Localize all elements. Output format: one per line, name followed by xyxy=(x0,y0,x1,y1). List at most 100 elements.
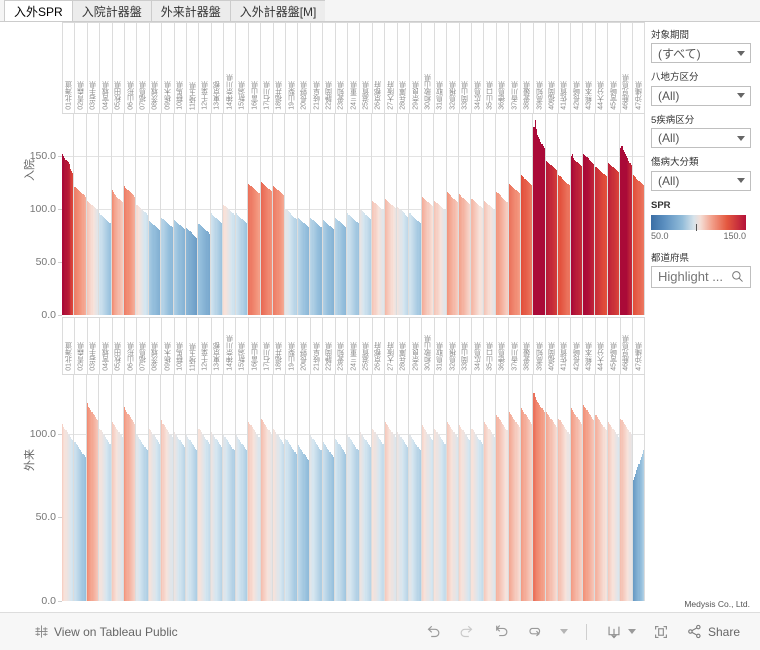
bar-group[interactable] xyxy=(372,375,385,601)
column-header-cell[interactable]: 31鳥取県 xyxy=(435,318,448,374)
column-header-cell[interactable]: 11埼玉県 xyxy=(187,23,200,113)
bar[interactable] xyxy=(134,196,136,315)
bar-group[interactable] xyxy=(322,375,335,601)
bar[interactable] xyxy=(556,170,558,315)
column-header-cell[interactable]: 26京都府 xyxy=(373,23,386,113)
column-header-cell[interactable]: 09栃木県 xyxy=(162,318,175,374)
column-header-cell[interactable]: 28兵庫県 xyxy=(398,318,410,374)
column-header-cell[interactable]: 03岩手県 xyxy=(88,23,101,113)
column-header-cell[interactable]: 29奈良県 xyxy=(410,318,423,374)
bar[interactable] xyxy=(469,203,471,315)
column-header-cell[interactable]: 25滋賀県 xyxy=(360,318,373,374)
bar-group[interactable] xyxy=(396,375,410,601)
bar-group[interactable] xyxy=(421,375,435,601)
column-header-cell[interactable]: 02青森県 xyxy=(75,318,88,374)
bar-group[interactable] xyxy=(620,375,633,601)
bar-group[interactable] xyxy=(359,375,373,601)
bar-group[interactable] xyxy=(124,114,137,315)
bar[interactable] xyxy=(159,443,161,601)
column-header-cell[interactable]: 32島根県 xyxy=(447,23,460,113)
bar[interactable] xyxy=(283,443,285,601)
download-button[interactable] xyxy=(599,619,642,645)
bar[interactable] xyxy=(159,230,161,315)
bar[interactable] xyxy=(456,436,458,601)
bar-group[interactable] xyxy=(620,114,633,315)
bar-group[interactable] xyxy=(223,375,236,601)
filter-dropdown-5shippei-kubun[interactable]: (All) xyxy=(651,128,751,149)
bar[interactable] xyxy=(320,450,322,601)
bar[interactable] xyxy=(97,210,99,315)
bar-group[interactable] xyxy=(372,114,385,315)
bar-group[interactable] xyxy=(74,114,87,315)
bar[interactable] xyxy=(320,227,322,315)
bar[interactable] xyxy=(97,420,99,601)
column-header-cell[interactable]: 06山形県 xyxy=(125,318,138,374)
column-header-cell[interactable]: 15新潟県 xyxy=(236,23,249,113)
bar-group[interactable] xyxy=(347,114,360,315)
bar[interactable] xyxy=(456,201,458,315)
column-header-cell[interactable]: 24三重県 xyxy=(348,318,361,374)
bar-group[interactable] xyxy=(310,375,323,601)
bar-group[interactable] xyxy=(583,375,596,601)
bar-group[interactable] xyxy=(285,375,298,601)
bar[interactable] xyxy=(245,450,248,601)
bar-group[interactable] xyxy=(124,375,137,601)
bar-group[interactable] xyxy=(545,114,559,315)
filter-dropdown-shoubyou-daibunrui[interactable]: (All) xyxy=(651,170,751,191)
bar-group[interactable] xyxy=(285,114,298,315)
bar[interactable] xyxy=(506,430,508,601)
column-header-cell[interactable]: 15新潟県 xyxy=(236,318,249,374)
bar-group[interactable] xyxy=(297,375,311,601)
bar[interactable] xyxy=(357,222,359,315)
bar[interactable] xyxy=(407,447,409,601)
column-header-cell[interactable]: 19山梨県 xyxy=(286,23,299,113)
column-header-cell[interactable]: 14神奈川県 xyxy=(224,318,237,374)
bar-group[interactable] xyxy=(99,114,112,315)
bar[interactable] xyxy=(171,227,173,315)
bar-group[interactable] xyxy=(384,375,397,601)
bar[interactable] xyxy=(345,227,347,315)
bar[interactable] xyxy=(370,218,372,315)
bar[interactable] xyxy=(245,222,248,315)
bar-group[interactable] xyxy=(384,114,397,315)
bar[interactable] xyxy=(444,210,446,315)
column-header-cell[interactable]: 07福島県 xyxy=(137,318,150,374)
bar[interactable] xyxy=(580,423,583,601)
bar-group[interactable] xyxy=(186,114,199,315)
bar[interactable] xyxy=(84,457,86,601)
column-header-cell[interactable]: 27大阪府 xyxy=(385,318,398,374)
bar[interactable] xyxy=(630,433,632,601)
column-header-cell[interactable]: 01北海道 xyxy=(62,23,76,113)
column-header-cell[interactable]: 04宮城県 xyxy=(100,318,113,374)
bar-group[interactable] xyxy=(210,114,224,315)
bar-group[interactable] xyxy=(558,375,571,601)
bar-group[interactable] xyxy=(421,114,435,315)
column-header-cell[interactable]: 05秋田県 xyxy=(113,318,125,374)
bar[interactable] xyxy=(357,450,359,601)
refresh-button[interactable] xyxy=(520,619,550,645)
bar-group[interactable] xyxy=(235,114,249,315)
bar[interactable] xyxy=(593,420,595,601)
revert-button[interactable] xyxy=(486,619,516,645)
bar[interactable] xyxy=(295,453,297,601)
column-header-cell[interactable]: 21岐阜県 xyxy=(311,23,324,113)
filter-dropdown-hachihou-kubun[interactable]: (All) xyxy=(651,85,751,106)
column-header-cell[interactable]: 34広島県 xyxy=(472,23,485,113)
bar[interactable] xyxy=(394,208,396,315)
bar-group[interactable] xyxy=(595,114,608,315)
bar[interactable] xyxy=(531,423,533,601)
bar-group[interactable] xyxy=(198,375,211,601)
column-header-cell[interactable]: 40福岡県 xyxy=(546,318,559,374)
bar-group[interactable] xyxy=(471,375,484,601)
column-header-cell[interactable]: 31鳥取県 xyxy=(435,23,448,113)
column-header-cell[interactable]: 16富山県 xyxy=(249,23,262,113)
column-header-cell[interactable]: 10群馬県 xyxy=(175,318,187,374)
bar-group[interactable] xyxy=(508,375,522,601)
column-header-cell[interactable]: 17石川県 xyxy=(261,23,274,113)
bar[interactable] xyxy=(109,222,111,315)
filter-dropdown-taisho-kikan[interactable]: (すべて) xyxy=(651,43,751,64)
tab-gairai-keiki[interactable]: 外来計器盤 xyxy=(150,0,230,21)
bar-group[interactable] xyxy=(62,114,75,315)
bar[interactable] xyxy=(196,237,198,315)
column-header-cell[interactable]: 21岐阜県 xyxy=(311,318,324,374)
